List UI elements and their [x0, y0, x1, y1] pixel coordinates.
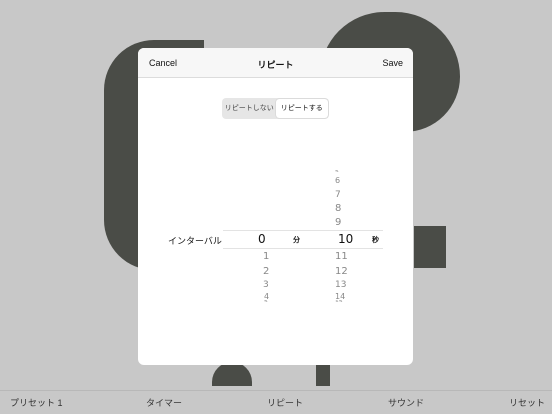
toolbar-item-sound[interactable]: サウンド [388, 396, 424, 409]
seconds-wheel-item[interactable]: 9 [335, 217, 341, 228]
minutes-wheel-item[interactable]: 3 [263, 280, 269, 290]
repeat-segmented-control: リピートしない リピートする [222, 98, 329, 119]
seconds-wheel-item[interactable]: 15 [335, 300, 343, 303]
toolbar-item-timer[interactable]: タイマー [146, 396, 182, 409]
picker-selection-band [223, 230, 383, 249]
seconds-wheel-item[interactable]: 5 [335, 170, 339, 173]
seconds-wheel-item[interactable]: 11 [335, 251, 348, 262]
background-digit [212, 362, 252, 386]
background-digit [414, 226, 446, 268]
seconds-wheel-item[interactable]: 12 [335, 266, 348, 277]
seconds-wheel-item[interactable]: 7 [335, 190, 341, 200]
seconds-selected[interactable]: 10 [338, 232, 353, 246]
toolbar-item-reset[interactable]: リセット [509, 396, 545, 409]
seconds-wheel-item[interactable]: 6 [335, 176, 340, 185]
minutes-wheel-item[interactable]: 1 [263, 251, 269, 262]
seconds-wheel-item[interactable]: 13 [335, 280, 346, 290]
segment-repeat[interactable]: リピートする [275, 99, 328, 118]
minutes-wheel-item[interactable]: 5 [264, 300, 268, 303]
interval-label: インターバル [168, 237, 222, 247]
modal-title: リピート [257, 60, 294, 70]
bottom-toolbar: プリセット 1 タイマー リピート サウンド リセット [0, 390, 552, 414]
minutes-selected[interactable]: 0 [258, 232, 266, 246]
save-button[interactable]: Save [382, 58, 403, 68]
seconds-unit: 秒 [372, 236, 379, 244]
background-digit [316, 362, 330, 386]
seconds-wheel-item[interactable]: 8 [335, 203, 341, 214]
segment-no-repeat[interactable]: リピートしない [223, 99, 276, 118]
toolbar-item-preset[interactable]: プリセット 1 [10, 396, 63, 409]
minutes-wheel-item[interactable]: 2 [263, 266, 269, 277]
repeat-modal: Cancel リピート Save リピートしない リピートする 5 6 7 8 … [138, 48, 413, 365]
minutes-unit: 分 [293, 236, 300, 244]
modal-header: Cancel リピート Save [138, 48, 413, 78]
toolbar-item-repeat[interactable]: リピート [267, 396, 303, 409]
